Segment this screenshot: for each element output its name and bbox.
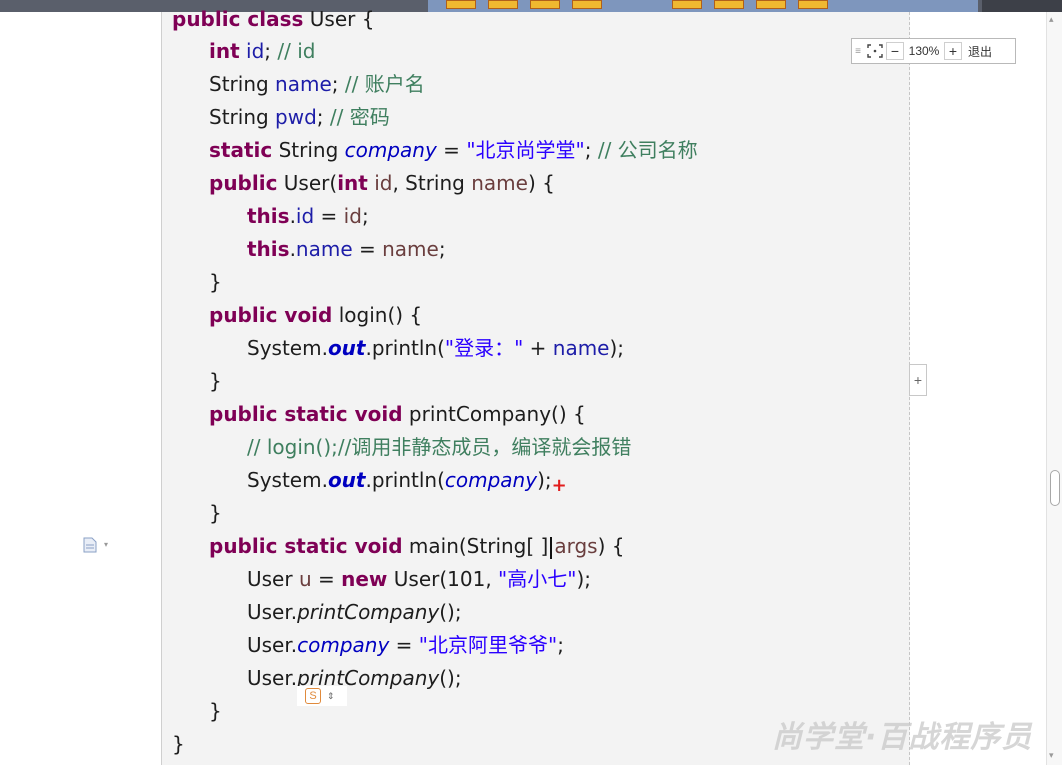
snippet-widget[interactable]: S ⇕ [297, 686, 347, 706]
code-line-close-brace: } [209, 699, 222, 723]
code-line-printcompany-body: System.out.println(company);+ [247, 468, 567, 496]
snippet-badge-icon[interactable]: S [305, 688, 321, 704]
drag-handle-icon[interactable]: ≡ [852, 40, 864, 62]
code-line-login-decl: public void login() { [209, 303, 423, 327]
zoom-in-button[interactable]: + [944, 42, 962, 60]
taskbar-app-icon[interactable] [572, 0, 602, 9]
code-line-login-body: System.out.println("登录：" + name); [247, 336, 625, 360]
fit-screen-icon[interactable] [864, 40, 886, 62]
taskbar-app-icon[interactable] [530, 0, 560, 9]
code-line-field-pwd: String pwd; // 密码 [209, 105, 390, 129]
chevron-down-icon[interactable]: ▾ [104, 540, 108, 549]
code-line-field-name: String name; // 账户名 [209, 72, 425, 96]
zoom-level: 130% [908, 44, 940, 58]
document-page: public class User { int id; // id String… [161, 7, 910, 765]
code-line-main-3: User.company = "北京阿里爷爷"; [247, 633, 564, 657]
code-line-field-company: static String company = "北京尚学堂"; // 公司名称 [209, 138, 698, 162]
document-icon[interactable] [83, 537, 97, 556]
code-line-main-decl: public static void main(String[ ] args) { [209, 534, 625, 559]
zoom-toolbar: ≡ − 130% + 退出 [851, 38, 1016, 64]
taskbar-app-icon[interactable] [756, 0, 786, 9]
watermark: 尚学堂·百战程序员 [772, 720, 1033, 755]
zoom-out-button[interactable]: − [886, 42, 904, 60]
taskbar-app-icon[interactable] [798, 0, 828, 9]
code-line-class-close: } [172, 732, 185, 756]
code-line-main-1: User u = new User(101, "高小七"); [247, 567, 591, 591]
taskbar-app-icon[interactable] [446, 0, 476, 9]
scrollbar-thumb[interactable] [1050, 470, 1060, 506]
text-caret [550, 536, 553, 559]
taskbar-clock-area [982, 0, 1062, 12]
code-line-close-brace: } [209, 501, 222, 525]
taskbar-app-icon[interactable] [672, 0, 702, 9]
code-line-ctor-body-2: this.name = name; [247, 237, 446, 261]
code-line-field-id: int id; // id [209, 39, 316, 63]
code-line-ctor-body-1: this.id = id; [247, 204, 369, 228]
top-taskbar [0, 0, 1062, 12]
code-line-constructor: public User(int id, String name) { [209, 171, 555, 195]
code-line-close-brace: } [209, 270, 222, 294]
taskbar-tray [428, 0, 978, 12]
scroll-up-icon[interactable]: ▴ [1049, 14, 1054, 25]
taskbar-app-icon[interactable] [714, 0, 744, 9]
code-line-printcompany-decl: public static void printCompany() { [209, 402, 586, 426]
red-plus-mark: + [551, 475, 567, 496]
code-line-main-4: User.printCompany(); [247, 666, 462, 690]
exit-button[interactable]: 退出 [962, 40, 998, 62]
code-line-class-decl: public class User { [172, 7, 375, 31]
scroll-down-icon[interactable]: ▾ [1049, 750, 1054, 761]
vertical-scrollbar[interactable]: ▴ ▾ [1046, 12, 1062, 765]
code-line-close-brace: } [209, 369, 222, 393]
chevron-updown-icon[interactable]: ⇕ [327, 691, 335, 702]
taskbar-app-icon[interactable] [488, 0, 518, 9]
code-line-main-2: User.printCompany(); [247, 600, 462, 624]
expand-panel-button[interactable]: + [909, 364, 927, 396]
code-line-comment: // login();//调用非静态成员，编译就会报错 [247, 435, 632, 459]
